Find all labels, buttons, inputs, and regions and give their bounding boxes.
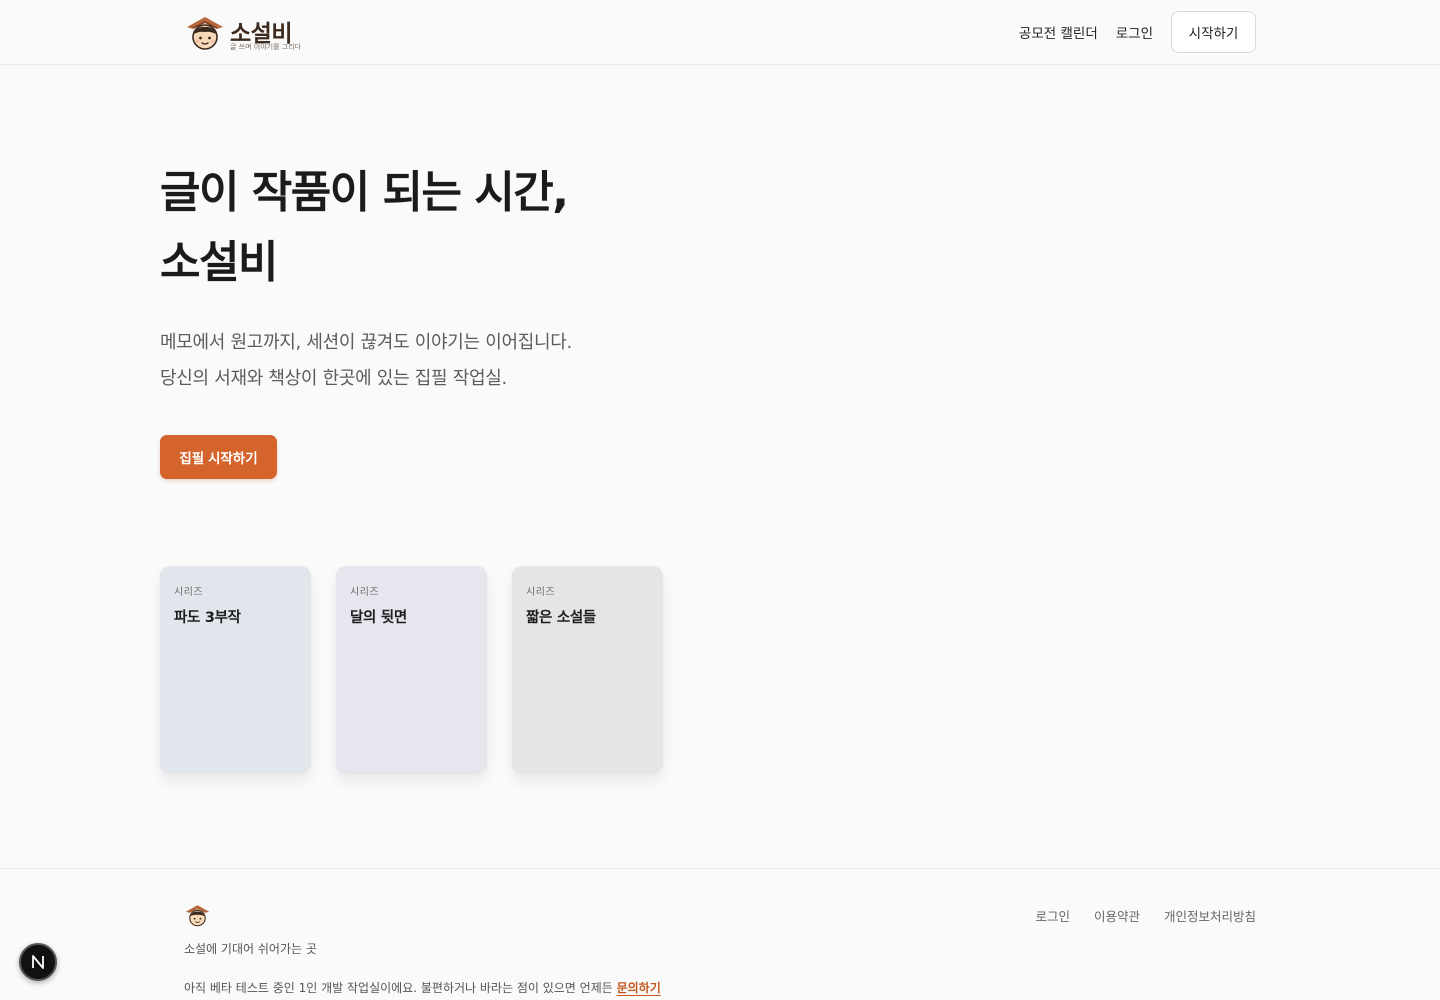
series-card[interactable]: 시리즈 짧은 소설들	[512, 566, 663, 773]
hero-title-line: 소설비	[160, 237, 278, 288]
series-card[interactable]: 시리즈 파도 3부작	[160, 566, 311, 773]
hero-desc-line: 당신의 서재와 책상이 한곳에 있는 집필 작업실.	[160, 368, 507, 389]
contact-link[interactable]: 문의하기	[617, 981, 661, 995]
site-footer: 소설에 기대어 쉬어가는 곳 아직 베타 테스트 중인 1인 개발 작업실이에요…	[0, 868, 1440, 1000]
footer-links: 로그인 이용약관 개인정보처리방침	[1011, 906, 1256, 925]
footer-beta-note: 아직 베타 테스트 중인 1인 개발 작업실이에요. 불편하거나 바라는 점이 …	[184, 979, 661, 996]
next-dev-badge[interactable]	[19, 943, 57, 981]
series-card-kicker: 시리즈	[526, 587, 556, 598]
series-card-kicker: 시리즈	[350, 587, 380, 598]
hero-title: 글이 작품이 되는 시간, 소설비	[160, 158, 860, 298]
site-header: 소설비 글 쓰며 이야기를 그리다 공모전 캘린더 로그인 시작하기	[0, 0, 1440, 65]
footer-note-text: 아직 베타 테스트 중인 1인 개발 작업실이에요. 불편하거나 바라는 점이 …	[184, 981, 617, 995]
hero-title-line: 글이 작품이 되는 시간,	[160, 167, 569, 218]
hero-description: 메모에서 원고까지, 세션이 끊겨도 이야기는 이어집니다. 당신의 서재와 책…	[160, 325, 860, 397]
footer-tagline: 소설에 기대어 쉬어가는 곳	[184, 942, 317, 956]
series-card-title: 짧은 소설들	[526, 610, 596, 626]
nav-contest-calendar-link[interactable]: 공모전 캘린더	[1019, 22, 1098, 42]
footer-privacy-link[interactable]: 개인정보처리방침	[1164, 906, 1256, 925]
nav-login-link[interactable]: 로그인	[1116, 22, 1153, 42]
next-dev-icon	[32, 955, 44, 969]
start-button[interactable]: 시작하기	[1171, 11, 1256, 53]
start-writing-button[interactable]: 집필 시작하기	[160, 435, 277, 479]
mascot-logo-icon	[185, 905, 210, 927]
footer-terms-link[interactable]: 이용약관	[1094, 906, 1140, 925]
mascot-logo-icon	[187, 17, 223, 50]
series-card-list: 시리즈 파도 3부작 시리즈 달의 뒷면 시리즈 짧은 소설들	[160, 566, 688, 773]
series-card-kicker: 시리즈	[174, 587, 204, 598]
series-card[interactable]: 시리즈 달의 뒷면	[336, 566, 487, 773]
brand-logo[interactable]: 소설비 글 쓰며 이야기를 그리다	[184, 12, 314, 54]
brand-tagline: 글 쓰며 이야기를 그리다	[230, 43, 302, 51]
hero-desc-line: 메모에서 원고까지, 세션이 끊겨도 이야기는 이어집니다.	[160, 332, 572, 353]
series-card-title: 파도 3부작	[174, 610, 241, 626]
top-nav: 공모전 캘린더 로그인 시작하기	[1019, 11, 1256, 53]
footer-login-link[interactable]: 로그인	[1035, 906, 1070, 925]
series-card-title: 달의 뒷면	[350, 610, 407, 626]
